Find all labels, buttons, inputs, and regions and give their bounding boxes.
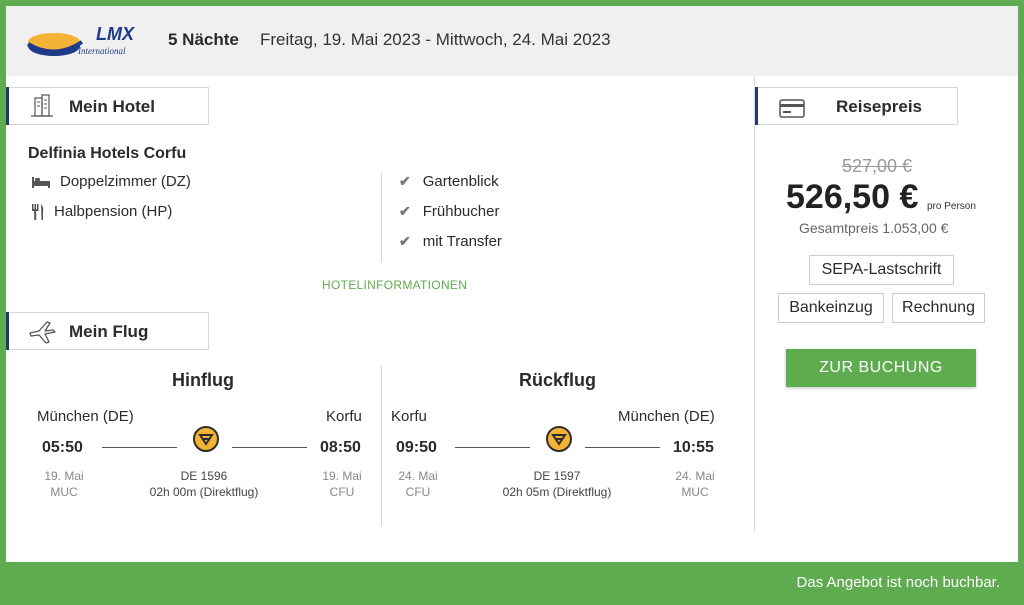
room-type: Doppelzimmer (DZ) <box>30 173 191 190</box>
flight-divider <box>381 366 382 526</box>
return-departure-time: 09:50 <box>396 439 437 456</box>
hotel-section-header: Mein Hotel <box>6 87 209 125</box>
return-departure-info: 24. Mai CFU <box>390 468 446 500</box>
hotel-section-label: Mein Hotel <box>69 97 155 116</box>
return-arrival-time: 10:55 <box>673 439 714 456</box>
outbound-departure-info: 19. Mai MUC <box>36 468 92 500</box>
return-departure-code: CFU <box>405 485 431 499</box>
airline-logo-icon <box>193 426 219 452</box>
airplane-icon <box>29 321 56 344</box>
return-arrival-code: MUC <box>681 485 709 499</box>
outbound-arrival-date: 19. Mai <box>322 469 362 483</box>
lmx-logo: LMX International <box>26 24 135 56</box>
return-route-line <box>585 447 660 448</box>
cutlery-icon <box>30 203 46 220</box>
board-type: Halbpension (HP) <box>30 203 172 220</box>
board-type-label: Halbpension (HP) <box>54 203 173 220</box>
return-from-city: Korfu <box>391 408 427 425</box>
payment-bankeinzug: Bankeinzug <box>778 293 884 323</box>
hotel-feature: ✔ Gartenblick <box>399 173 499 190</box>
return-arrival-info: 24. Mai MUC <box>667 468 723 500</box>
hotel-feature: ✔ Frühbucher <box>399 203 499 220</box>
hotel-divider <box>381 172 382 262</box>
offer-status: Das Angebot ist noch buchbar. <box>796 574 1000 591</box>
bed-icon <box>30 174 52 190</box>
old-price: 527,00 € <box>842 156 913 176</box>
current-price: 526,50 € <box>786 178 919 216</box>
room-type-label: Doppelzimmer (DZ) <box>60 173 191 190</box>
return-title: Rückflug <box>519 370 597 390</box>
return-departure-date: 24. Mai <box>398 469 438 483</box>
nights-count: 5 Nächte <box>168 30 239 49</box>
payment-rechnung: Rechnung <box>892 293 985 323</box>
outbound-departure-code: MUC <box>50 485 78 499</box>
hotel-building-icon <box>31 94 53 117</box>
hotel-feature: ✔ mit Transfer <box>399 233 502 250</box>
checkmark-icon: ✔ <box>399 233 411 249</box>
payment-sepa: SEPA-Lastschrift <box>809 255 954 285</box>
return-route-line <box>455 447 530 448</box>
logo-subtext: International <box>77 46 126 56</box>
outbound-to-city: Korfu <box>326 408 362 425</box>
offer-header: LMX International 5 Nächte Freitag, 19. … <box>6 6 1018 76</box>
return-duration: 02h 05m (Direktflug) <box>502 485 612 499</box>
outbound-flight-number: DE 1596 <box>180 469 228 483</box>
credit-card-icon <box>779 99 805 118</box>
per-person-label: pro Person <box>927 201 976 212</box>
outbound-route-line <box>232 447 307 448</box>
return-arrival-date: 24. Mai <box>675 469 715 483</box>
return-to-city: München (DE) <box>618 408 715 425</box>
outbound-route-line <box>102 447 177 448</box>
outbound-title: Hinflug <box>172 370 234 390</box>
hotel-info-link[interactable]: HOTELINFORMATIONEN <box>322 278 467 292</box>
logo-text: LMX <box>96 24 135 44</box>
checkmark-icon: ✔ <box>399 173 411 189</box>
outbound-arrival-code: CFU <box>329 485 355 499</box>
offer-card: LMX International 5 Nächte Freitag, 19. … <box>6 6 1018 562</box>
hotel-feature-label: Gartenblick <box>422 173 499 190</box>
outbound-flight-info: DE 1596 02h 00m (Direktflug) <box>124 468 284 500</box>
flight-section-label: Mein Flug <box>69 322 149 341</box>
hotel-name: Delfinia Hotels Corfu <box>28 145 187 162</box>
airline-logo-icon <box>546 426 572 452</box>
price-section-label: Reisepreis <box>836 97 922 116</box>
book-button[interactable]: ZUR BUCHUNG <box>786 349 976 387</box>
checkmark-icon: ✔ <box>399 203 411 219</box>
travel-dates: Freitag, 19. Mai 2023 - Mittwoch, 24. Ma… <box>260 30 611 49</box>
outbound-duration: 02h 00m (Direktflug) <box>149 485 259 499</box>
outbound-arrival-info: 19. Mai CFU <box>314 468 370 500</box>
outbound-arrival-time: 08:50 <box>320 439 361 456</box>
return-flight-info: DE 1597 02h 05m (Direktflug) <box>477 468 637 500</box>
hotel-feature-label: mit Transfer <box>422 233 502 250</box>
return-flight-number: DE 1597 <box>533 469 581 483</box>
price-section-header: Reisepreis <box>755 87 958 125</box>
outbound-from-city: München (DE) <box>37 408 134 425</box>
outbound-departure-time: 05:50 <box>42 439 83 456</box>
hotel-feature-label: Frühbucher <box>422 203 500 220</box>
outbound-departure-date: 19. Mai <box>44 469 84 483</box>
flight-section-header: Mein Flug <box>6 312 209 350</box>
total-price: Gesamtpreis 1.053,00 € <box>799 220 949 236</box>
